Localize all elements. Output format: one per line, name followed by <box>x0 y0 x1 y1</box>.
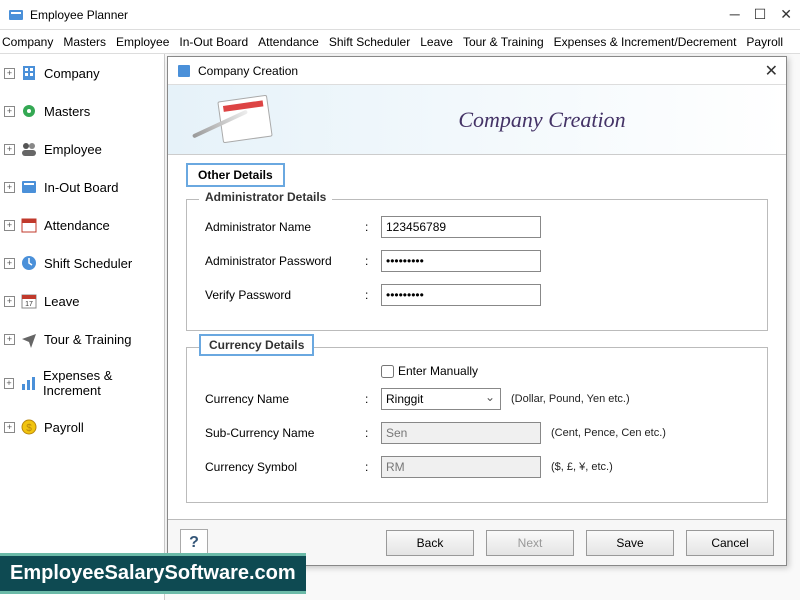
enter-manually-checkbox[interactable] <box>381 365 394 378</box>
verify-password-label: Verify Password <box>205 288 365 302</box>
next-button: Next <box>486 530 574 556</box>
admin-name-input[interactable] <box>381 216 541 238</box>
sidebar-item-label: Employee <box>44 142 102 157</box>
sidebar-item-label: Masters <box>44 104 90 119</box>
menu-company[interactable]: Company <box>2 35 53 49</box>
dialog-title-text: Company Creation <box>198 64 765 78</box>
admin-details-group: Administrator Details Administrator Name… <box>186 199 768 331</box>
expand-icon[interactable]: + <box>4 378 14 389</box>
sidebar-item-payroll[interactable]: + $ Payroll <box>2 412 162 442</box>
clock-icon <box>20 254 38 272</box>
banner-heading: Company Creation <box>310 107 774 133</box>
expand-icon[interactable]: + <box>4 296 15 307</box>
dialog-titlebar: Company Creation ✕ <box>168 57 786 85</box>
titlebar: Employee Planner ─ ☐ ✕ <box>0 0 800 30</box>
dialog-icon <box>176 63 192 79</box>
expand-icon[interactable]: + <box>4 334 15 345</box>
expand-icon[interactable]: + <box>4 106 15 117</box>
expand-icon[interactable]: + <box>4 68 15 79</box>
menu-shiftscheduler[interactable]: Shift Scheduler <box>329 35 410 49</box>
calendar-icon <box>20 216 38 234</box>
sidebar-item-company[interactable]: + Company <box>2 58 162 88</box>
currency-symbol-label: Currency Symbol <box>205 460 365 474</box>
coin-icon: $ <box>20 418 38 436</box>
currency-symbol-hint: ($, £, ¥, etc.) <box>551 461 613 473</box>
sidebar-item-masters[interactable]: + Masters <box>2 96 162 126</box>
banner-art-icon <box>180 90 310 150</box>
currency-symbol-input <box>381 456 541 478</box>
sidebar-item-shift-scheduler[interactable]: + Shift Scheduler <box>2 248 162 278</box>
dialog-body: Other Details Administrator Details Admi… <box>168 155 786 517</box>
gear-icon <box>20 102 38 120</box>
menubar: Company Masters Employee In-Out Board At… <box>0 30 800 54</box>
sidebar-item-in-out-board[interactable]: + In-Out Board <box>2 172 162 202</box>
sidebar-item-leave[interactable]: +17 Leave <box>2 286 162 316</box>
sidebar-item-label: Expenses & Increment <box>43 368 160 398</box>
back-button[interactable]: Back <box>386 530 474 556</box>
currency-name-hint: (Dollar, Pound, Yen etc.) <box>511 393 630 405</box>
company-creation-dialog: Company Creation ✕ Company Creation Othe… <box>167 56 787 566</box>
plane-icon <box>20 330 38 348</box>
maximize-icon[interactable]: ☐ <box>754 6 767 23</box>
people-icon <box>20 140 38 158</box>
menu-expenses[interactable]: Expenses & Increment/Decrement <box>554 35 737 49</box>
verify-password-input[interactable] <box>381 284 541 306</box>
sidebar: + Company + Masters + Employee + In-Out Board + A… <box>0 54 165 600</box>
svg-text:$: $ <box>26 423 32 434</box>
menu-tourtraining[interactable]: Tour & Training <box>463 35 544 49</box>
sidebar-item-label: In-Out Board <box>44 180 118 195</box>
sub-currency-input <box>381 422 541 444</box>
expand-icon[interactable]: + <box>4 182 15 193</box>
sidebar-item-employee[interactable]: + Employee <box>2 134 162 164</box>
currency-name-label: Currency Name <box>205 392 365 406</box>
building-icon <box>20 64 38 82</box>
svg-text:17: 17 <box>25 301 33 308</box>
admin-name-label: Administrator Name <box>205 220 365 234</box>
content-area: Company Creation ✕ Company Creation Othe… <box>165 54 800 600</box>
menu-employee[interactable]: Employee <box>116 35 169 49</box>
chart-icon <box>19 374 37 392</box>
dialog-banner: Company Creation <box>168 85 786 155</box>
sidebar-item-tour-training[interactable]: + Tour & Training <box>2 324 162 354</box>
admin-password-input[interactable] <box>381 250 541 272</box>
menu-payroll[interactable]: Payroll <box>746 35 783 49</box>
sidebar-item-label: Leave <box>44 294 79 309</box>
admin-password-label: Administrator Password <box>205 254 365 268</box>
enter-manually-label: Enter Manually <box>398 364 478 378</box>
dialog-close-icon[interactable]: ✕ <box>765 61 778 81</box>
currency-group-title: Currency Details <box>199 334 314 356</box>
menu-leave[interactable]: Leave <box>420 35 453 49</box>
leave-calendar-icon: 17 <box>20 292 38 310</box>
menu-attendance[interactable]: Attendance <box>258 35 319 49</box>
sidebar-item-label: Company <box>44 66 100 81</box>
sub-currency-hint: (Cent, Pence, Cen etc.) <box>551 427 666 439</box>
app-title: Employee Planner <box>30 8 730 22</box>
expand-icon[interactable]: + <box>4 258 15 269</box>
sidebar-item-label: Payroll <box>44 420 84 435</box>
expand-icon[interactable]: + <box>4 220 15 231</box>
sidebar-item-label: Shift Scheduler <box>44 256 132 271</box>
sidebar-item-attendance[interactable]: + Attendance <box>2 210 162 240</box>
close-icon[interactable]: ✕ <box>780 6 792 23</box>
minimize-icon[interactable]: ─ <box>730 6 740 23</box>
expand-icon[interactable]: + <box>4 144 15 155</box>
currency-details-group: Currency Details Enter Manually Currency… <box>186 347 768 503</box>
expand-icon[interactable]: + <box>4 422 15 433</box>
save-button[interactable]: Save <box>586 530 674 556</box>
sidebar-item-label: Tour & Training <box>44 332 131 347</box>
admin-group-title: Administrator Details <box>199 190 332 204</box>
currency-name-select[interactable]: Ringgit <box>381 388 501 410</box>
board-icon <box>20 178 38 196</box>
app-icon <box>8 7 24 23</box>
sub-currency-label: Sub-Currency Name <box>205 426 365 440</box>
sidebar-item-expenses-increment[interactable]: + Expenses & Increment <box>2 362 162 404</box>
cancel-button[interactable]: Cancel <box>686 530 774 556</box>
watermark: EmployeeSalarySoftware.com <box>0 553 306 594</box>
menu-masters[interactable]: Masters <box>63 35 106 49</box>
sidebar-item-label: Attendance <box>44 218 110 233</box>
menu-inoutboard[interactable]: In-Out Board <box>179 35 248 49</box>
tab-other-details[interactable]: Other Details <box>186 163 285 187</box>
